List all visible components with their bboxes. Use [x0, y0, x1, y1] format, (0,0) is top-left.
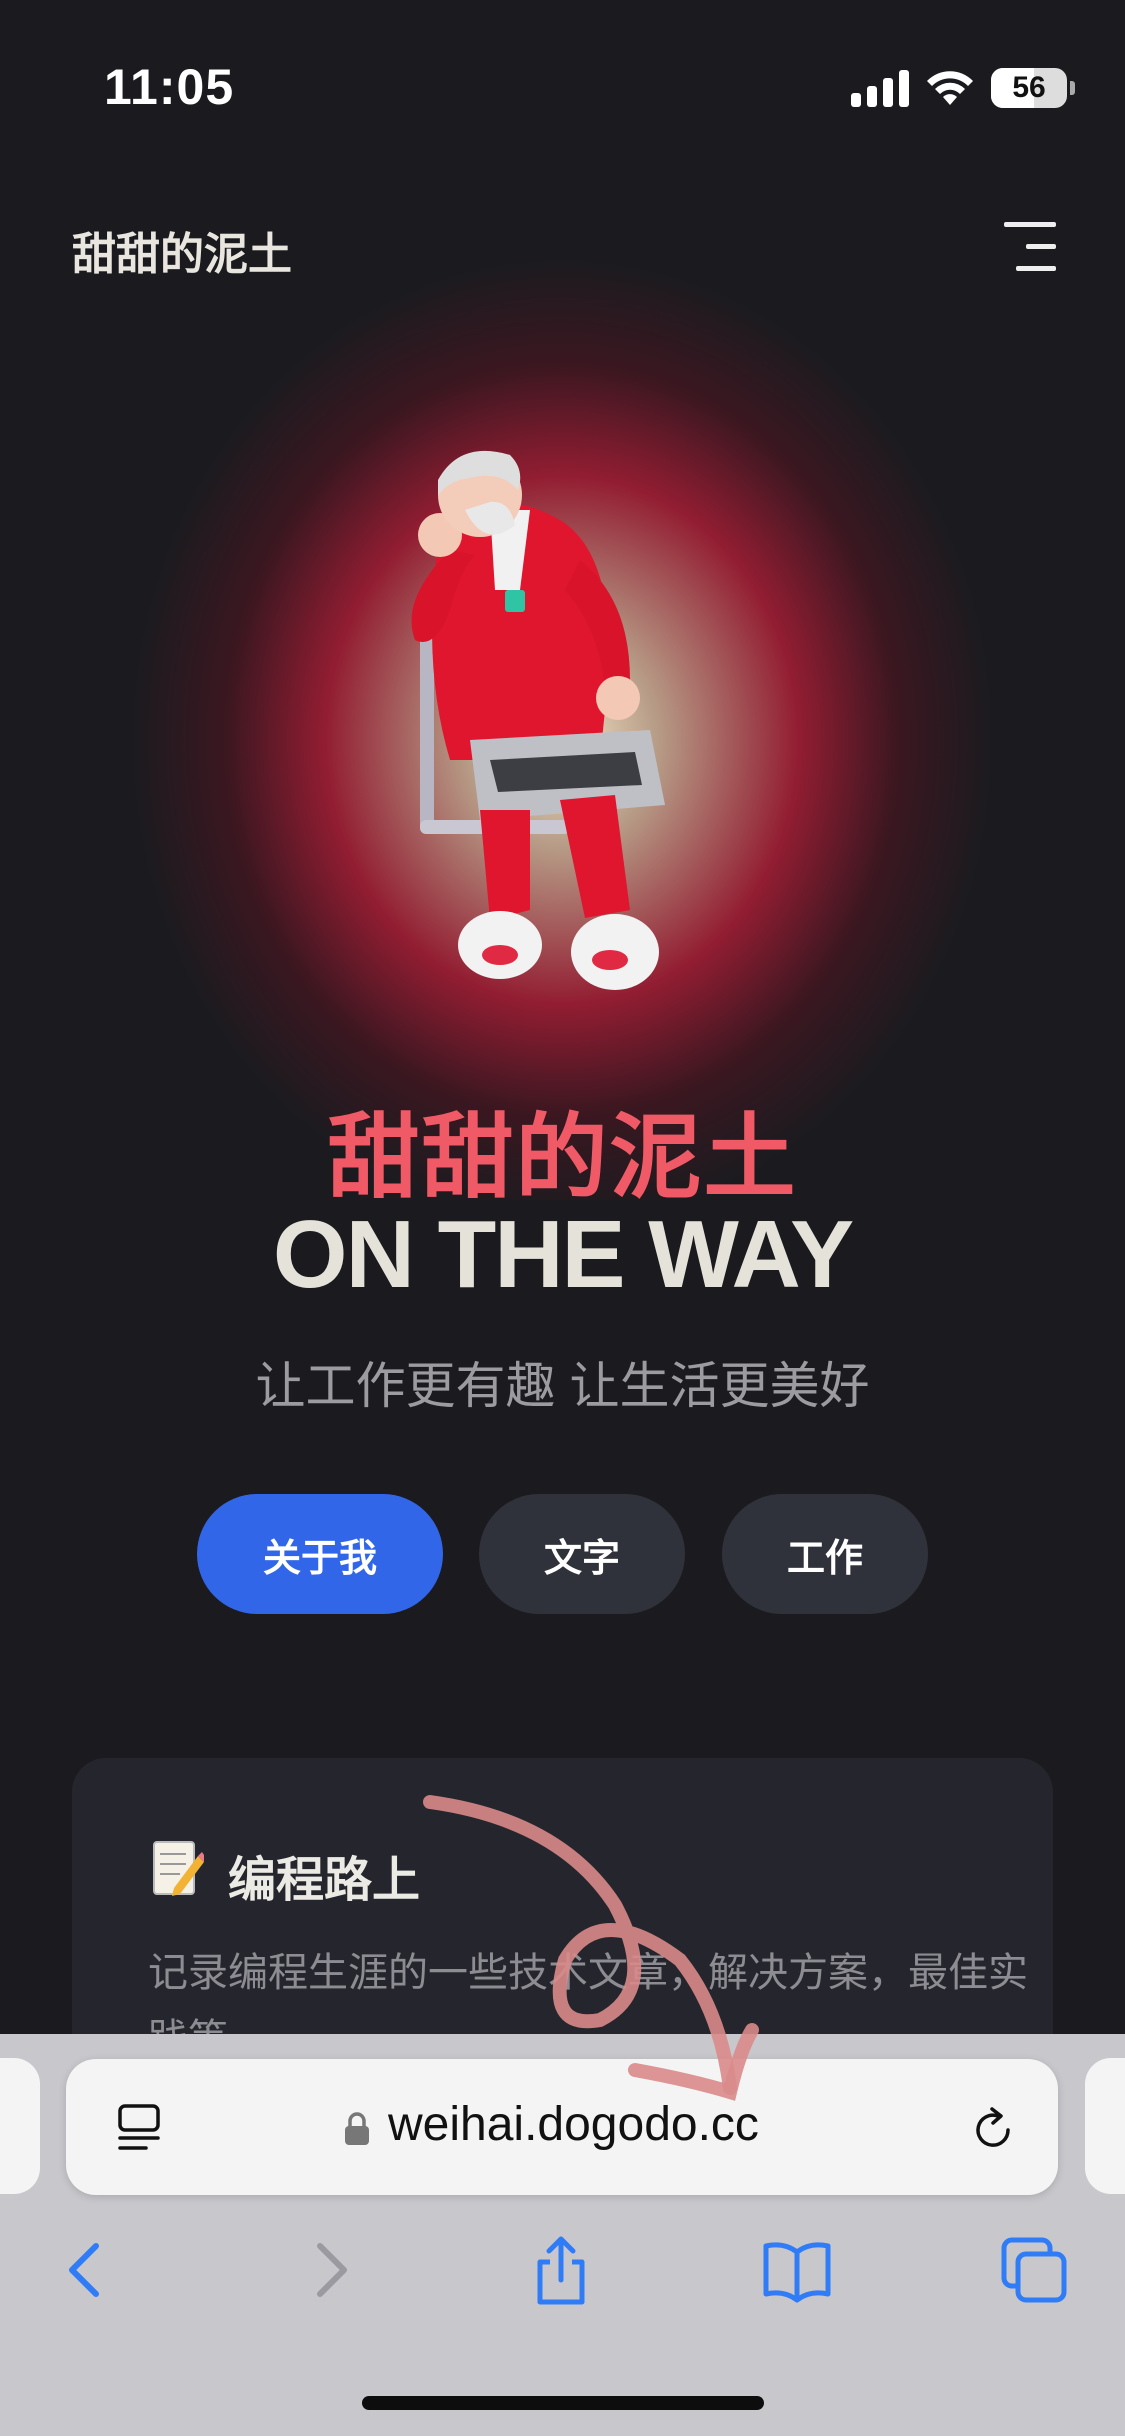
home-indicator[interactable]: [362, 2396, 764, 2410]
share-icon[interactable]: [526, 2234, 596, 2306]
menu-icon: [1004, 222, 1056, 227]
reload-icon[interactable]: [968, 2105, 1018, 2155]
previous-tab-preview[interactable]: [0, 2058, 40, 2194]
reader-mode-icon[interactable]: [116, 2103, 162, 2153]
battery-icon: 56: [991, 68, 1075, 108]
hero-title: 甜甜的泥土: [327, 1107, 798, 1209]
about-button[interactable]: 关于我: [197, 1494, 443, 1614]
hero-subtitle: ON THE WAY: [272, 1201, 854, 1308]
battery-level: 56: [1012, 71, 1046, 104]
lock-icon: [345, 2112, 369, 2145]
chevron-left-icon[interactable]: [52, 2234, 122, 2306]
chevron-right-icon[interactable]: [294, 2234, 364, 2306]
hero-illustration: [411, 450, 665, 990]
next-tab-preview[interactable]: [1085, 2058, 1125, 2194]
writing-button[interactable]: 文字: [479, 1494, 685, 1614]
cellular-signal-icon: [851, 69, 909, 107]
book-icon[interactable]: [762, 2234, 832, 2306]
url-text[interactable]: weihai.dogodo.cc: [388, 2097, 759, 2152]
wifi-icon: [927, 71, 973, 105]
memo-icon: [153, 1841, 204, 1896]
status-time: 11:05: [104, 59, 235, 115]
card-title: 编程路上: [228, 1854, 421, 1907]
address-bar[interactable]: weihai.dogodo.cc: [66, 2059, 1058, 2195]
safari-toolbar: weihai.dogodo.cc: [0, 2034, 1125, 2436]
tabs-icon[interactable]: [1000, 2234, 1070, 2306]
status-bar: 11:05 56: [0, 0, 1125, 150]
hero-tagline: 让工作更有趣 让生活更美好: [255, 1358, 870, 1414]
status-icons: 56: [851, 66, 1075, 110]
work-button[interactable]: 工作: [722, 1494, 928, 1614]
